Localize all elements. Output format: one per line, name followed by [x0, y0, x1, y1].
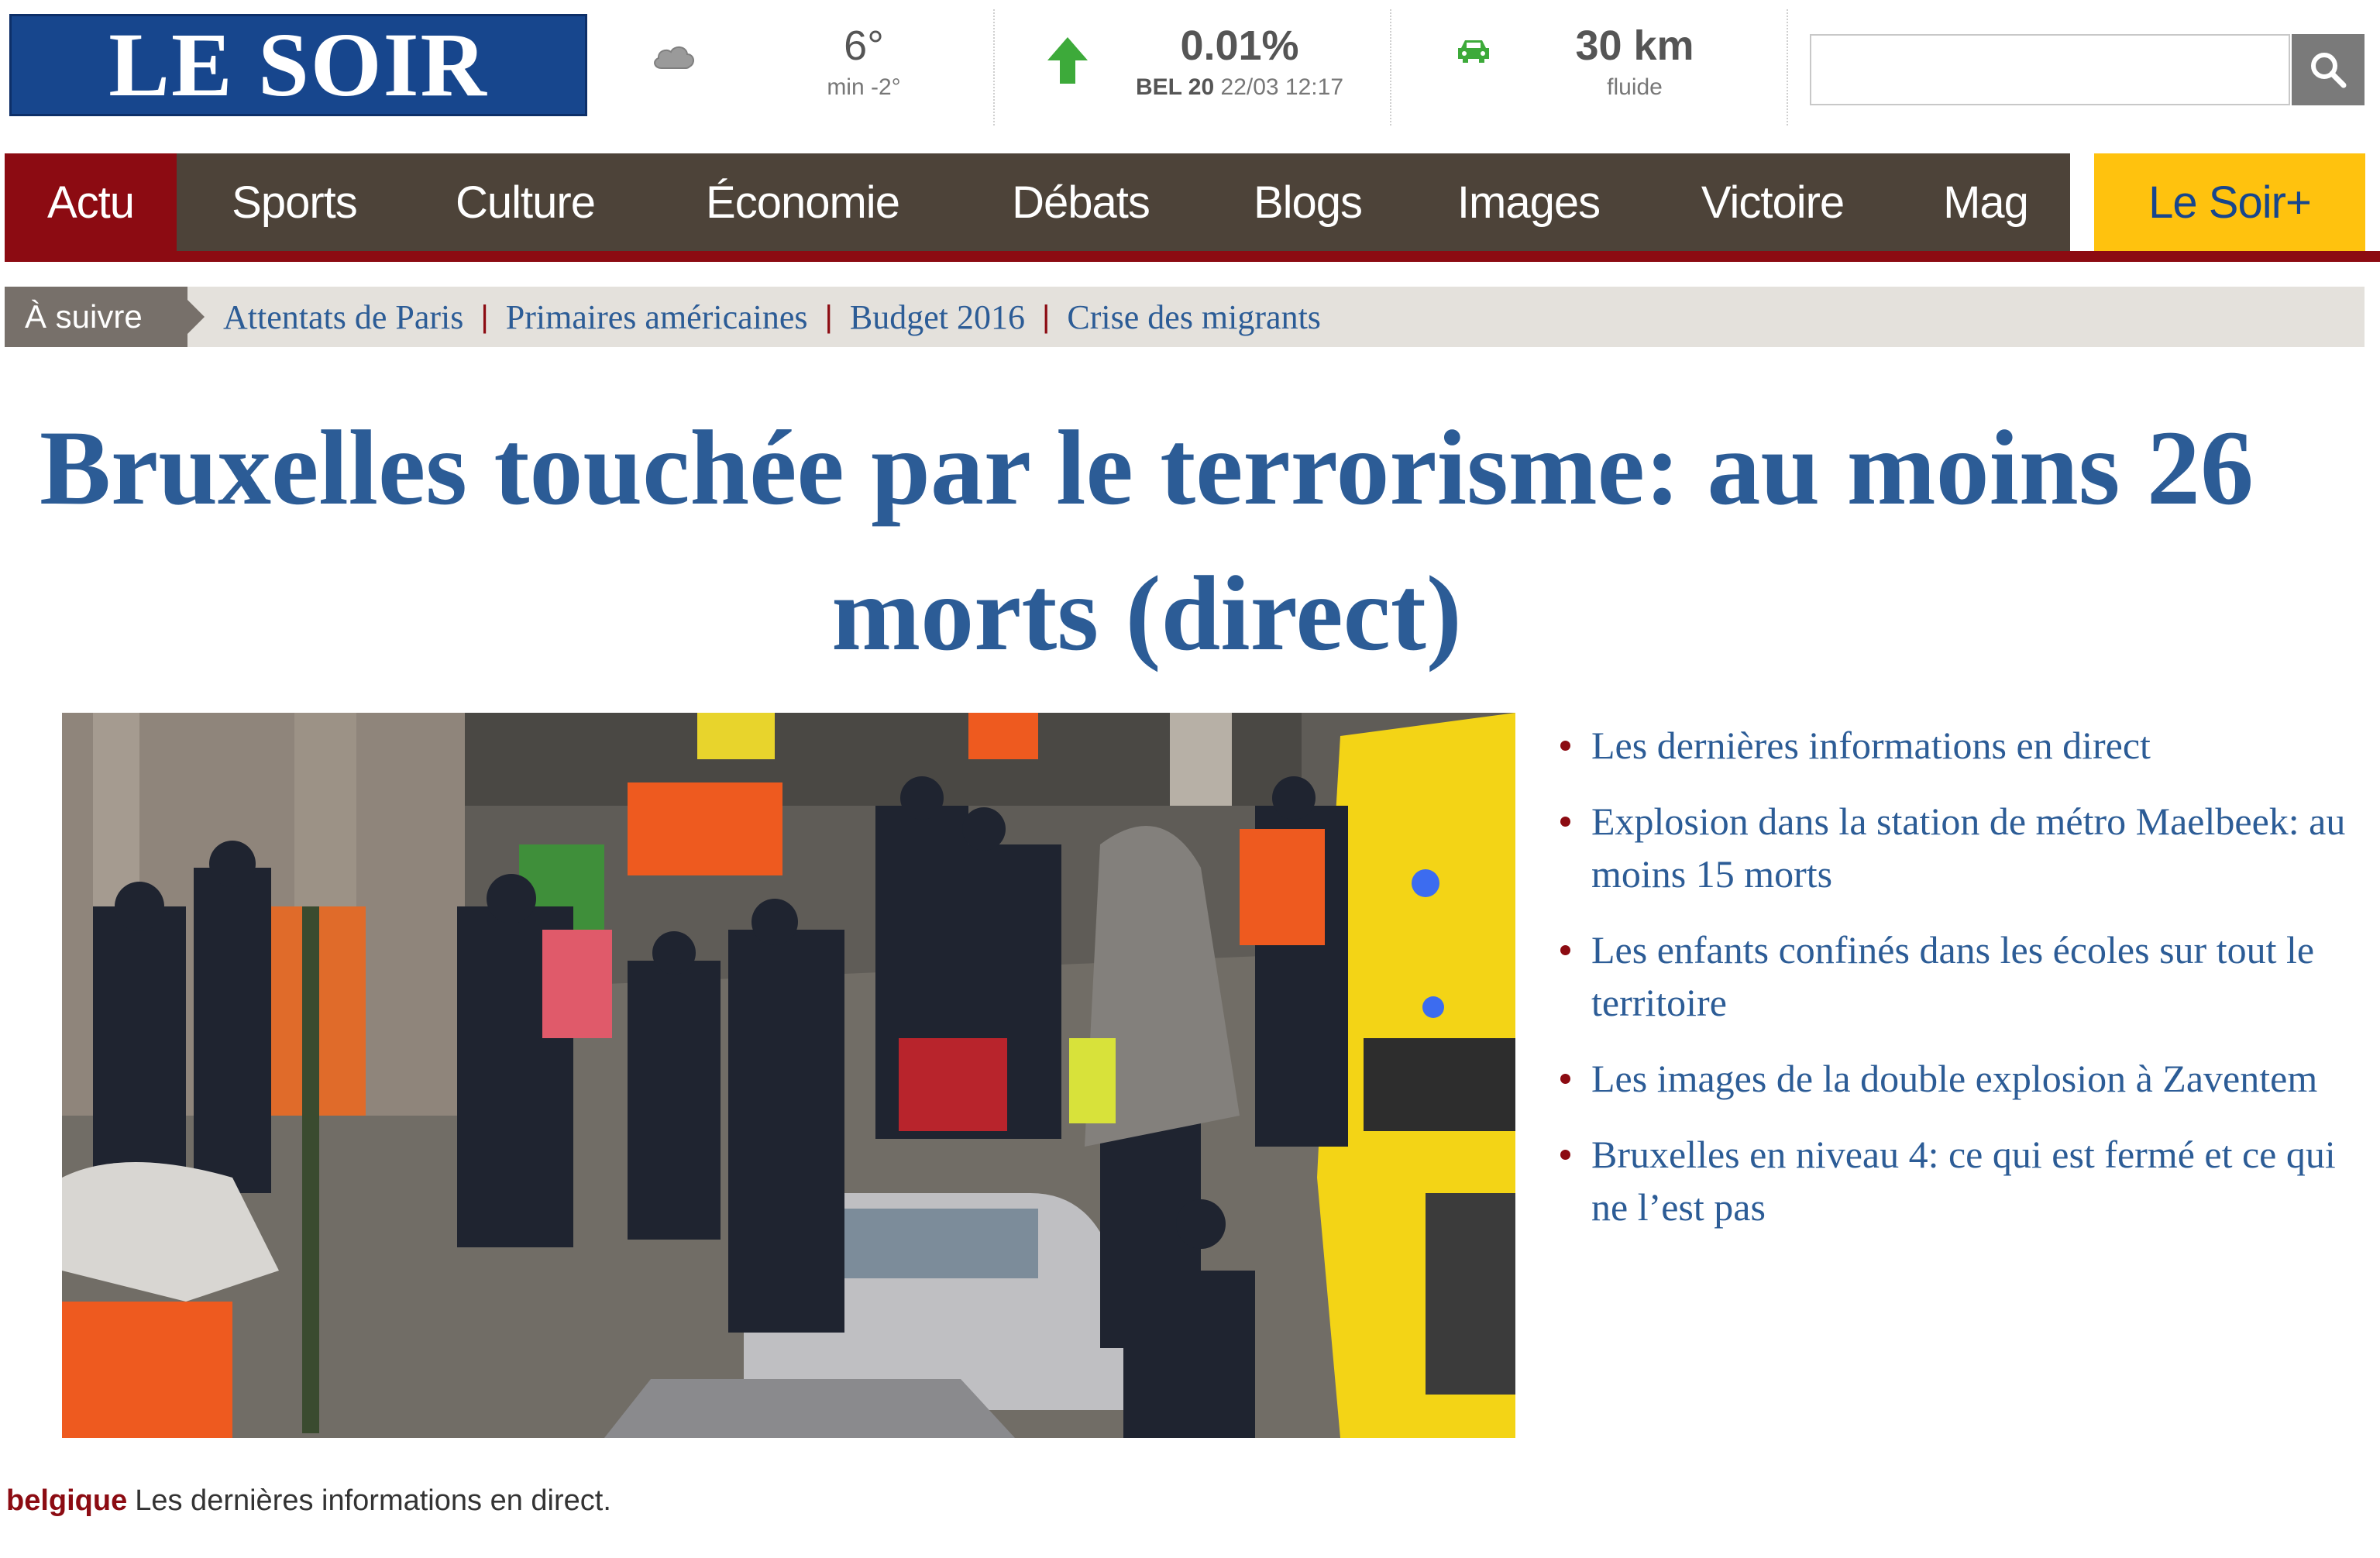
- cloud-icon: [654, 46, 694, 69]
- caption-text: Les dernières informations en direct.: [135, 1484, 611, 1517]
- nav-item-mag[interactable]: Mag: [1911, 153, 2061, 251]
- search-button[interactable]: [2292, 34, 2365, 105]
- related-link[interactable]: Explosion dans la station de métro Maelb…: [1557, 795, 2371, 900]
- nav-item-le-soir-plus[interactable]: Le Soir+: [2094, 153, 2365, 251]
- follow-label: À suivre: [5, 287, 205, 347]
- weather-temp: 6°: [844, 22, 884, 69]
- nav-underline: [5, 251, 2380, 262]
- bourse-datetime: 22/03 12:17: [1220, 74, 1343, 100]
- search-icon: [2311, 53, 2347, 88]
- follow-link[interactable]: Crise des migrants: [1067, 297, 1321, 337]
- arrow-up-icon: [1047, 37, 1088, 84]
- follow-link[interactable]: Primaires américaines: [506, 297, 808, 337]
- main-nav: Actu Sports Culture Économie Débats Blog…: [5, 153, 2380, 265]
- bourse-detail: BEL 20 22/03 12:17: [1116, 74, 1364, 101]
- article-headline[interactable]: Bruxelles touchée par le terrorisme: au …: [8, 395, 2285, 686]
- separator: |: [824, 299, 833, 334]
- car-icon: [1458, 40, 1489, 63]
- bourse-change: 0.01%: [1180, 22, 1299, 69]
- search-input[interactable]: [1810, 34, 2290, 105]
- divider: [1390, 9, 1391, 126]
- related-link[interactable]: Les images de la double explosion à Zave…: [1557, 1052, 2371, 1105]
- follow-bar: À suivre Attentats de Paris | Primaires …: [5, 287, 2365, 347]
- traffic-status: fluide: [1607, 74, 1663, 100]
- weather-min: min -2°: [827, 74, 901, 100]
- traffic-widget[interactable]: 30 km fluide: [1395, 14, 1782, 130]
- nav-item-sports[interactable]: Sports: [189, 153, 400, 251]
- traffic-distance: 30 km: [1575, 22, 1694, 69]
- bourse-index: BEL 20: [1136, 74, 1215, 100]
- article-photo[interactable]: [62, 713, 1515, 1438]
- site-logo[interactable]: LE SOIR: [9, 14, 587, 116]
- separator: |: [1042, 299, 1051, 334]
- separator: |: [480, 299, 489, 334]
- nav-item-victoire[interactable]: Victoire: [1670, 153, 1875, 251]
- related-link[interactable]: Les enfants confinés dans les écoles sur…: [1557, 923, 2371, 1029]
- bourse-widget[interactable]: 0.01% BEL 20 22/03 12:17: [999, 14, 1387, 130]
- related-link[interactable]: Bruxelles en niveau 4: ce qui est fermé …: [1557, 1128, 2371, 1233]
- page: LE SOIR 6° min -2° 0.01% BEL 20 22/03 12…: [0, 0, 2380, 1558]
- divider: [993, 9, 995, 126]
- related-links: Les dernières informations en direct Exp…: [1557, 719, 2371, 1257]
- nav-item-economie[interactable]: Économie: [671, 153, 934, 251]
- nav-item-culture[interactable]: Culture: [423, 153, 628, 251]
- divider: [1787, 9, 1788, 126]
- related-link[interactable]: Les dernières informations en direct: [1557, 719, 2371, 772]
- caption-tag[interactable]: belgique: [6, 1484, 127, 1517]
- article-caption: belgique Les dernières informations en di…: [6, 1484, 611, 1518]
- weather-widget[interactable]: 6° min -2°: [620, 14, 992, 130]
- logo-text: LE SOIR: [108, 14, 488, 115]
- nav-item-actu[interactable]: Actu: [5, 153, 177, 251]
- follow-link[interactable]: Budget 2016: [850, 297, 1025, 337]
- nav-item-blogs[interactable]: Blogs: [1221, 153, 1395, 251]
- nav-item-images[interactable]: Images: [1427, 153, 1630, 251]
- follow-links: Attentats de Paris | Primaires américain…: [223, 287, 1321, 347]
- photo-scene: [62, 713, 1515, 1438]
- follow-link[interactable]: Attentats de Paris: [223, 297, 463, 337]
- nav-item-debats[interactable]: Débats: [982, 153, 1179, 251]
